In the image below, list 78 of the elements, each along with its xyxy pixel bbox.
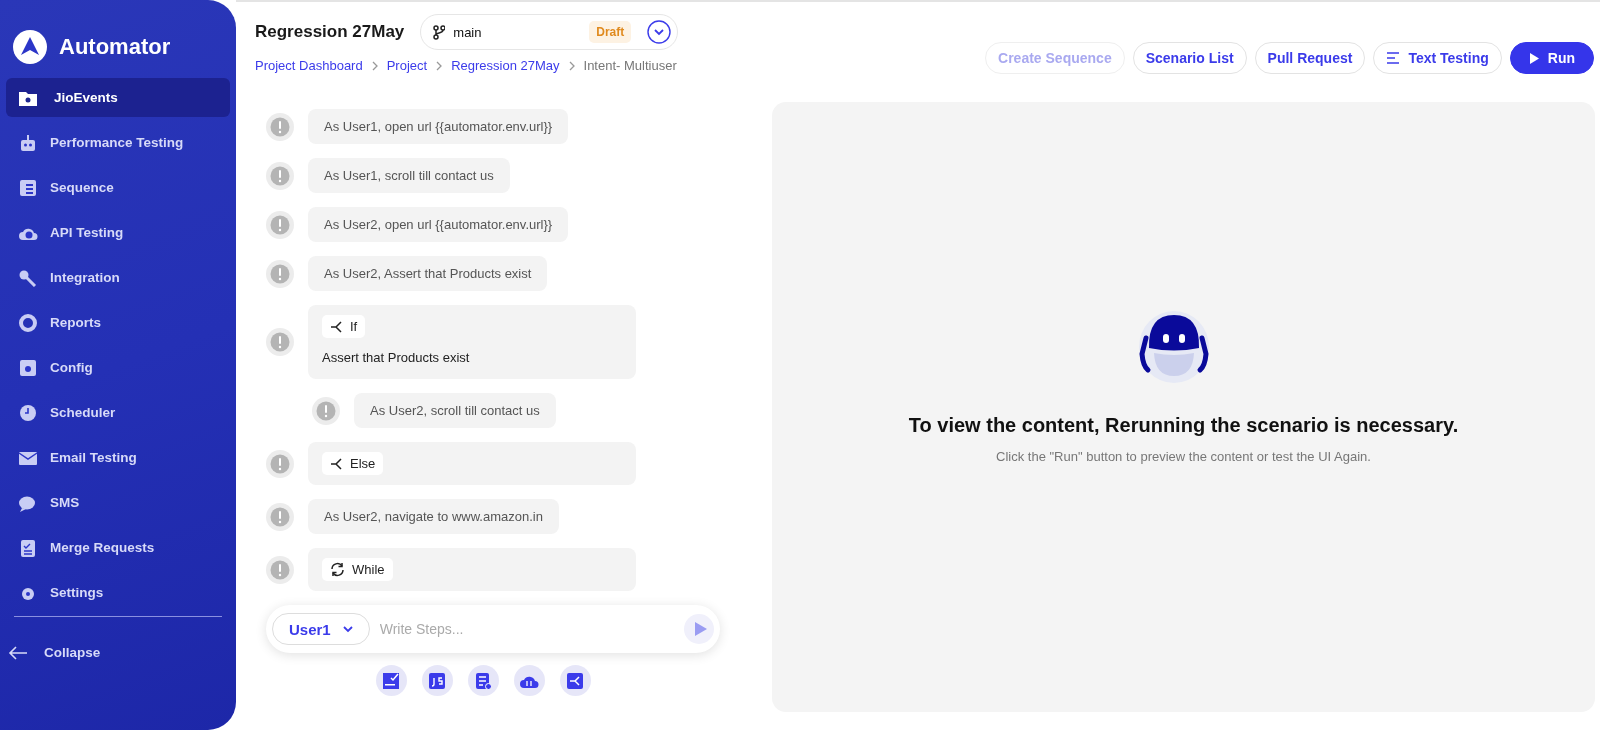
left-arrow-icon [8, 645, 28, 660]
key-icon [18, 268, 38, 287]
sidebar-item[interactable]: Sequence [6, 168, 230, 207]
toolbar-button[interactable]: Scenario List [1132, 42, 1247, 74]
app-name: Automator [59, 34, 171, 60]
chevron-down-icon[interactable] [647, 20, 672, 44]
chevron-right-icon [371, 60, 378, 71]
breadcrumb-link[interactable]: Project Dashboard [255, 58, 363, 73]
step-bubble[interactable]: As User1, open url {{automator.env.url}} [308, 109, 569, 144]
exclamation-icon [312, 396, 340, 425]
sidebar-item[interactable]: Settings [6, 573, 230, 612]
exclamation-icon [266, 502, 294, 531]
logo-icon [13, 30, 47, 64]
breadcrumb-link[interactable]: Project [386, 58, 428, 73]
condition-text: Assert that Products exist [322, 350, 471, 365]
chevron-right-icon [436, 60, 443, 71]
exclamation-icon [266, 161, 294, 190]
step-bubble[interactable]: As User2, scroll till contact us [354, 393, 556, 428]
preview-heading: To view the content, Rerunning the scenario is necessary. [908, 414, 1459, 437]
clipboard-icon [18, 538, 38, 557]
script-icon [428, 671, 446, 690]
exclamation-icon [266, 449, 294, 478]
branch-icon [433, 24, 446, 40]
sidebar-item[interactable]: Reports [6, 303, 230, 342]
chevron-right-icon [568, 60, 575, 71]
toolbar-button[interactable]: Run [1509, 42, 1594, 74]
list-add-icon [474, 671, 492, 690]
preview-hint: Click the "Run" button to preview the content or test the UI Again. [996, 449, 1371, 464]
block-tag: Else [322, 452, 384, 475]
control-block[interactable]: Else [308, 442, 636, 485]
control-block[interactable]: If Assert that Products exist [308, 305, 636, 379]
branch-split-icon [330, 457, 343, 470]
branch-split-icon [566, 671, 584, 690]
collapse-button[interactable]: Collapse [0, 645, 236, 660]
sidebar-item[interactable]: SMS [6, 483, 230, 522]
sidebar-item[interactable]: API Testing [6, 213, 230, 252]
clock-icon [18, 403, 38, 422]
chevron-down-icon [342, 625, 353, 633]
sidebar-item[interactable]: Integration [6, 258, 230, 297]
exclamation-icon [266, 112, 294, 141]
control-block[interactable]: While [308, 548, 636, 591]
step-bubble[interactable]: As User2, open url {{automator.env.url}} [308, 207, 569, 242]
exclamation-icon [266, 259, 294, 288]
sidebar-item[interactable]: JioEvents [6, 78, 230, 117]
step-bubble[interactable]: As User2, navigate to www.amazon.in [308, 499, 559, 534]
breadcrumb-link[interactable]: Regression 27May [451, 58, 560, 73]
script-tool-button[interactable] [421, 665, 453, 696]
status-badge: Draft [589, 21, 632, 43]
document-icon [18, 178, 38, 197]
list-tool-button[interactable] [467, 665, 499, 696]
play-icon [1528, 51, 1540, 65]
sidebar-item[interactable]: Email Testing [6, 438, 230, 477]
loop-icon [330, 562, 345, 577]
exclamation-icon [266, 210, 294, 239]
step-input[interactable]: Write Steps... [377, 620, 676, 638]
step-bubble[interactable]: As User1, scroll till contact us [308, 158, 510, 193]
block-tag: While [322, 558, 393, 581]
step-bubble[interactable]: As User2, Assert that Products exist [308, 256, 548, 291]
sidebar-item[interactable]: Scheduler [6, 393, 230, 432]
play-icon [693, 621, 708, 637]
exclamation-icon [266, 328, 294, 356]
exclamation-icon [266, 555, 294, 584]
user-selector[interactable]: User1 [272, 613, 370, 645]
api-tool-button[interactable] [513, 665, 545, 696]
robot-icon [1137, 310, 1210, 384]
branch-name: main [453, 24, 483, 40]
robot-icon [18, 133, 38, 152]
branch-split-icon [330, 320, 343, 333]
checked-page-icon [382, 671, 400, 690]
toolbar-button[interactable]: Text Testing [1373, 42, 1502, 74]
scenario-title: Regression 27May [255, 22, 405, 42]
block-tag: If [322, 315, 366, 338]
sidebar-item[interactable]: Config [6, 348, 230, 387]
sidebar-item[interactable]: Merge Requests [6, 528, 230, 567]
lines-icon [1386, 52, 1401, 64]
toolbar-button[interactable]: Pull Request [1254, 42, 1366, 74]
sidebar-item[interactable]: Performance Testing [6, 123, 230, 162]
condition-tool-button[interactable] [559, 665, 591, 696]
